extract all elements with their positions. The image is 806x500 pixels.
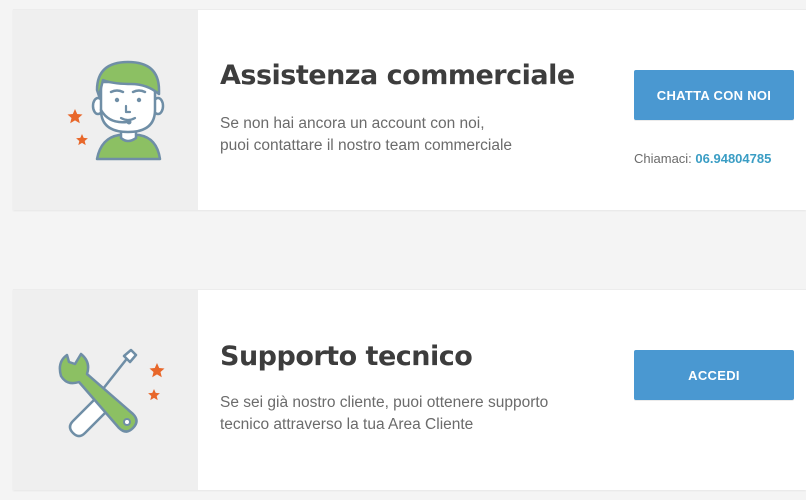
sales-description: Se non hai ancora un account con noi, pu… — [220, 113, 600, 157]
tech-title: Supporto tecnico — [220, 341, 473, 372]
technical-support-card: Supporto tecnico Se sei già nostro clien… — [13, 289, 806, 490]
wrench-screwdriver-icon — [58, 348, 165, 438]
sales-support-card: Assistenza commerciale Se non hai ancora… — [13, 9, 806, 210]
sales-title: Assistenza commerciale — [220, 60, 575, 91]
call-us-line: Chiamaci: 06.94804785 — [634, 151, 771, 166]
chat-with-us-button[interactable]: CHATTA CON NOI — [634, 70, 794, 120]
access-button[interactable]: ACCEDI — [634, 350, 794, 400]
sales-icon-panel — [13, 10, 198, 210]
tech-icon-panel — [13, 290, 198, 490]
call-us-label: Chiamaci: — [634, 151, 692, 166]
sales-description-line: Se non hai ancora un account con noi, — [220, 115, 485, 132]
tech-description-line: Se sei già nostro cliente, puoi ottenere… — [220, 394, 549, 411]
phone-number-link[interactable]: 06.94804785 — [695, 151, 771, 166]
sales-description-line: puoi contattare il nostro team commercia… — [220, 137, 513, 154]
tech-description-line: tecnico attraverso la tua Area Cliente — [220, 416, 474, 433]
support-agent-icon — [67, 60, 165, 161]
tech-description: Se sei già nostro cliente, puoi ottenere… — [220, 392, 600, 436]
